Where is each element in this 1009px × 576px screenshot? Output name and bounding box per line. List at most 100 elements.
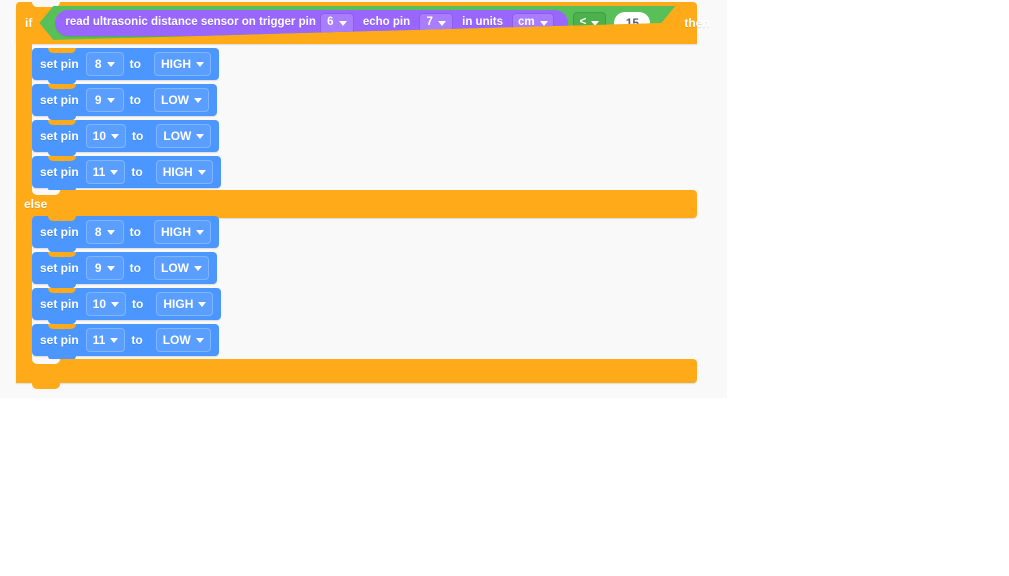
chevron-down-icon [110,169,119,175]
pin-number-dropdown[interactable]: 10 [85,124,127,148]
pin-state-value: LOW [163,129,192,143]
if-else-control-block[interactable]: if read ultrasonic distance sensor on tr… [16,2,710,389]
then-branch-stack[interactable]: set pin 8 to HIGH set pin 9 to LOW set p… [32,48,221,192]
to-keyword-label: to [129,261,141,275]
units-label: in units [462,16,504,29]
set-pin-block[interactable]: set pin 10 to LOW [32,120,220,156]
pin-state-value: LOW [161,93,189,107]
pin-state-value: HIGH [162,165,193,179]
pin-number-value: 10 [92,297,107,311]
units-value: cm [518,16,535,29]
chevron-down-icon [106,97,115,103]
pin-state-value: LOW [162,333,191,347]
chevron-down-icon [194,97,202,103]
top-notch [48,216,76,221]
pin-state-value: HIGH [161,225,191,239]
pin-state-dropdown[interactable]: LOW [155,328,211,352]
pin-number-value: 10 [92,129,107,143]
echo-pin-dropdown[interactable]: 7 [419,13,453,34]
pin-state-dropdown[interactable]: HIGH [155,160,213,184]
else-divider-bar[interactable]: else [16,190,697,218]
set-pin-label: set pin [40,333,79,347]
chevron-down-icon [540,21,548,26]
set-pin-block[interactable]: set pin 11 to HIGH [32,156,221,192]
top-notch [48,156,76,161]
units-dropdown[interactable]: cm [512,13,554,34]
trigger-pin-dropdown[interactable]: 6 [320,13,354,34]
set-pin-block[interactable]: set pin 9 to LOW [32,252,217,288]
set-pin-label: set pin [40,129,79,143]
chevron-down-icon [110,337,119,343]
pin-state-dropdown[interactable]: LOW [156,124,212,148]
comparison-boolean-block[interactable]: read ultrasonic distance sensor on trigg… [39,6,675,40]
threshold-number-input[interactable]: 15 [614,12,650,34]
pin-state-dropdown[interactable]: LOW [154,256,209,280]
chevron-down-icon [196,133,205,139]
if-block-header[interactable]: if read ultrasonic distance sensor on tr… [16,2,710,44]
chevron-down-icon [196,229,204,235]
ultrasonic-sensor-reporter-block[interactable]: read ultrasonic distance sensor on trigg… [55,10,567,36]
to-keyword-label: to [131,333,143,347]
pin-number-value: 8 [94,225,102,239]
if-keyword-label: if [25,16,33,30]
pin-number-dropdown[interactable]: 9 [85,256,124,280]
top-notch [48,288,76,293]
pin-number-dropdown[interactable]: 10 [85,292,127,316]
else-branch-spine [16,218,32,359]
pin-state-value: HIGH [161,57,191,71]
top-notch [48,324,76,329]
comparison-operator-dropdown[interactable]: < [573,12,607,34]
threshold-value: 15 [625,16,640,30]
chevron-down-icon [197,169,206,175]
pin-state-value: LOW [161,261,189,275]
top-notch [32,190,60,195]
to-keyword-label: to [132,129,144,143]
pin-number-value: 8 [94,57,102,71]
chevron-down-icon [111,133,120,139]
if-branch-spine [16,44,32,190]
set-pin-label: set pin [40,225,79,239]
bottom-notch [32,383,60,389]
block-workspace-canvas[interactable]: if read ultrasonic distance sensor on tr… [0,0,727,398]
pin-number-dropdown[interactable]: 9 [85,88,124,112]
comparison-operator-value: < [579,16,587,29]
top-notch [48,120,76,125]
chevron-down-icon [196,61,204,67]
pin-state-dropdown[interactable]: HIGH [156,292,214,316]
top-notch [48,84,76,89]
pin-state-dropdown[interactable]: HIGH [154,220,211,244]
pin-number-value: 11 [92,165,106,179]
pin-state-dropdown[interactable]: LOW [154,88,209,112]
chevron-down-icon [198,301,207,307]
top-notch [48,252,76,257]
set-pin-block[interactable]: set pin 10 to HIGH [32,288,222,324]
to-keyword-label: to [131,165,143,179]
chevron-down-icon [438,21,446,26]
if-block-footer[interactable] [16,359,697,389]
pin-state-dropdown[interactable]: HIGH [154,52,211,76]
set-pin-block[interactable]: set pin 9 to LOW [32,84,217,120]
set-pin-label: set pin [40,93,79,107]
else-branch-stack[interactable]: set pin 8 to HIGH set pin 9 to LOW set p… [32,216,222,360]
chevron-down-icon [591,21,599,26]
set-pin-label: set pin [40,57,79,71]
set-pin-label: set pin [40,297,79,311]
chevron-down-icon [106,61,115,67]
set-pin-block[interactable]: set pin 11 to LOW [32,324,219,360]
trigger-pin-value: 6 [327,16,334,29]
sensor-text-label: read ultrasonic distance sensor on trigg… [65,16,316,29]
pin-state-value: HIGH [163,297,194,311]
pin-number-value: 11 [92,333,106,347]
to-keyword-label: to [129,93,141,107]
top-notch [32,359,60,364]
pin-number-dropdown[interactable]: 8 [85,52,124,76]
set-pin-block[interactable]: set pin 8 to HIGH [32,48,219,84]
top-notch [48,48,76,53]
to-keyword-label: to [129,225,141,239]
pin-number-dropdown[interactable]: 8 [85,220,124,244]
set-pin-block[interactable]: set pin 8 to HIGH [32,216,219,252]
pin-number-dropdown[interactable]: 11 [85,160,126,184]
set-pin-label: set pin [40,261,79,275]
pin-number-dropdown[interactable]: 11 [85,328,126,352]
set-pin-label: set pin [40,165,79,179]
